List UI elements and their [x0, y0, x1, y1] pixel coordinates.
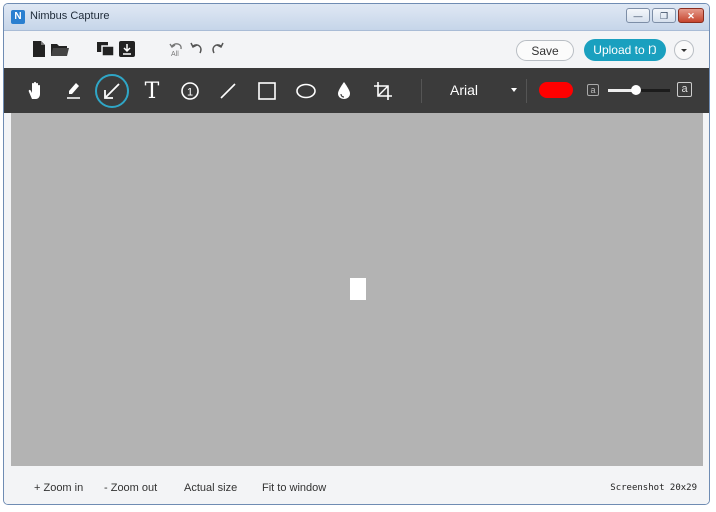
drawing-toolbar: T 1 Arial a a	[4, 68, 709, 113]
download-icon[interactable]	[118, 40, 136, 58]
chevron-down-icon	[681, 49, 687, 52]
rectangle-icon[interactable]	[253, 77, 281, 105]
window-controls: — ❐ ✕	[626, 8, 704, 23]
arrow-icon[interactable]	[95, 74, 129, 108]
zoom-in-button[interactable]: + Zoom in	[34, 482, 83, 494]
title-bar[interactable]: N Nimbus Capture — ❐ ✕	[4, 4, 709, 31]
undo-icon[interactable]	[188, 40, 206, 58]
toolbar-divider	[421, 79, 422, 103]
chevron-down-icon[interactable]	[511, 88, 517, 92]
crop-icon[interactable]	[369, 77, 397, 105]
screenshot-image[interactable]	[350, 278, 366, 300]
size-large-icon[interactable]: a	[677, 82, 692, 97]
numbered-step-icon[interactable]: 1	[176, 77, 204, 105]
minimize-button[interactable]: —	[626, 8, 650, 23]
text-icon[interactable]: T	[138, 77, 166, 105]
undo-all-icon[interactable]: All	[168, 40, 186, 58]
svg-text:All: All	[171, 51, 179, 58]
window-title: Nimbus Capture	[30, 10, 110, 22]
blur-icon[interactable]	[330, 77, 358, 105]
upload-button[interactable]: Upload to Ŋ	[584, 39, 666, 61]
redo-icon[interactable]	[208, 40, 226, 58]
copy-clipboard-icon[interactable]	[96, 40, 116, 58]
size-slider-thumb[interactable]	[630, 85, 641, 95]
close-button[interactable]: ✕	[678, 8, 704, 23]
zoom-out-button[interactable]: - Zoom out	[104, 482, 157, 494]
marker-icon[interactable]	[60, 77, 88, 105]
step-number-glyph: 1	[187, 87, 193, 99]
main-toolbar: All Save Upload to Ŋ	[4, 31, 709, 68]
open-folder-icon[interactable]	[50, 40, 70, 58]
new-file-icon[interactable]	[30, 40, 48, 58]
size-small-icon[interactable]: a	[587, 84, 599, 96]
font-family-select[interactable]: Arial	[450, 82, 478, 98]
fit-to-window-button[interactable]: Fit to window	[262, 482, 326, 494]
actual-size-button[interactable]: Actual size	[184, 482, 237, 494]
save-button[interactable]: Save	[516, 40, 574, 61]
text-tool-glyph: T	[145, 79, 160, 104]
image-info: Screenshot 20x29	[610, 483, 697, 493]
app-icon: N	[11, 10, 25, 24]
status-bar: + Zoom in - Zoom out Actual size Fit to …	[4, 466, 709, 504]
more-options-button[interactable]	[674, 40, 694, 60]
color-picker-swatch[interactable]	[539, 82, 573, 98]
editor-canvas[interactable]	[11, 113, 703, 466]
toolbar-divider	[526, 79, 527, 103]
restore-button[interactable]: ❐	[652, 8, 676, 23]
hand-icon[interactable]	[22, 77, 50, 105]
app-window: N Nimbus Capture — ❐ ✕ All Save Upload t…	[3, 3, 710, 505]
size-slider[interactable]	[608, 85, 670, 95]
ellipse-icon[interactable]	[292, 77, 320, 105]
line-icon[interactable]	[214, 77, 242, 105]
